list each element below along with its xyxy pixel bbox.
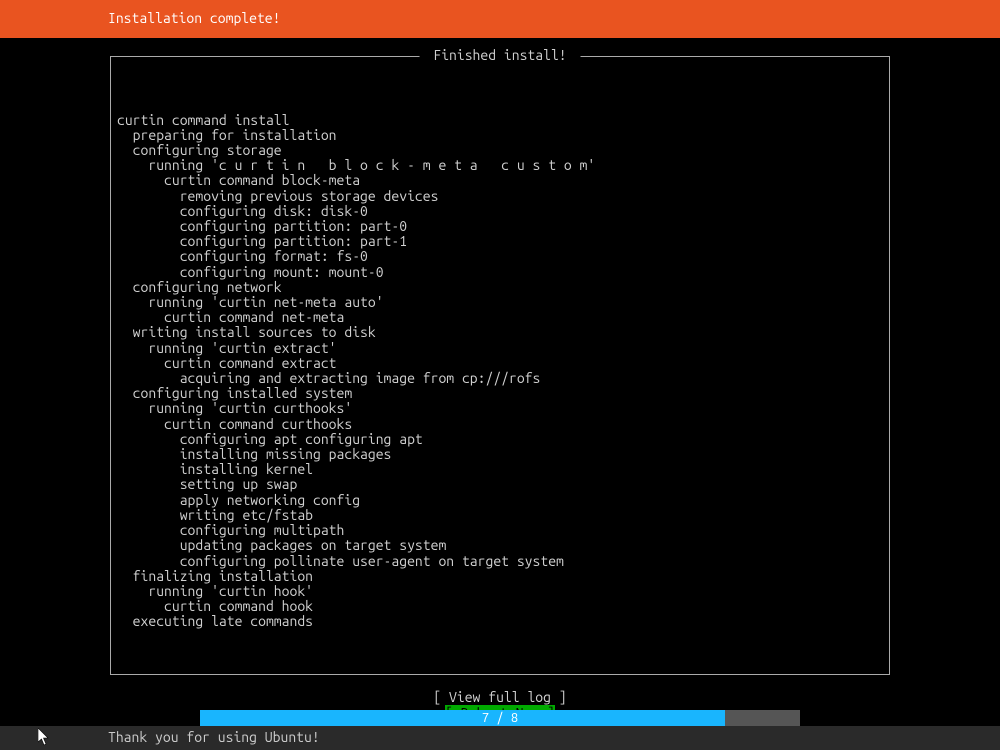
- main-area: Finished install! curtin command install…: [0, 38, 1000, 721]
- footer-bar: Thank you for using Ubuntu!: [0, 726, 1000, 750]
- header-bar: Installation complete!: [0, 0, 1000, 38]
- footer-message: Thank you for using Ubuntu!: [108, 730, 320, 745]
- header-title: Installation complete!: [108, 11, 280, 26]
- install-log-box: Finished install! curtin command install…: [110, 56, 890, 675]
- view-full-log-button[interactable]: [ View full log ]: [433, 689, 566, 705]
- progress-area: 7 / 8: [0, 710, 1000, 726]
- progress-fill: [200, 710, 725, 726]
- progress-label: 7 / 8: [482, 711, 518, 725]
- progress-bar: 7 / 8: [200, 710, 800, 726]
- box-title: Finished install!: [420, 48, 581, 63]
- install-log-text: curtin command install preparing for ins…: [117, 113, 883, 630]
